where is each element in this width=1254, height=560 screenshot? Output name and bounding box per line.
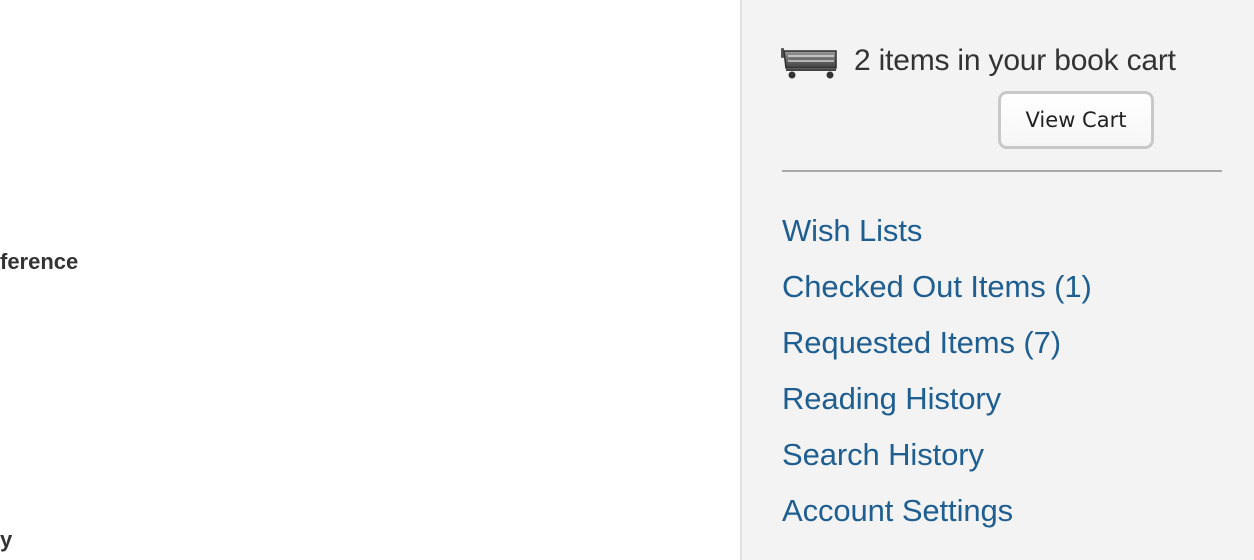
list-item: Search History	[782, 434, 1092, 490]
search-history-link[interactable]: Search History	[782, 437, 984, 472]
wish-lists-link[interactable]: Wish Lists	[782, 213, 922, 248]
cutoff-label: y	[0, 527, 13, 552]
view-cart-button[interactable]: View Cart	[998, 91, 1154, 149]
checked-out-items-link[interactable]: Checked Out Items (1)	[782, 269, 1092, 304]
main-content: ference y	[0, 0, 740, 560]
cart-icon	[780, 42, 840, 80]
account-sidebar: 2 items in your book cart View Cart Wish…	[740, 0, 1254, 560]
account-links: Wish Lists Checked Out Items (1) Request…	[782, 210, 1092, 546]
cart-status-text: 2 items in your book cart	[854, 44, 1176, 77]
divider	[782, 170, 1222, 172]
list-item: Checked Out Items (1)	[782, 266, 1092, 322]
account-settings-link[interactable]: Account Settings	[782, 493, 1013, 528]
list-item: Wish Lists	[782, 210, 1092, 266]
list-item: Account Settings	[782, 490, 1092, 546]
cart-status: 2 items in your book cart	[780, 42, 1176, 80]
list-item: Requested Items (7)	[782, 322, 1092, 378]
cutoff-label: ference	[0, 249, 79, 274]
page: ference y 2 items in your book cart View…	[0, 0, 1254, 560]
reading-history-link[interactable]: Reading History	[782, 381, 1001, 416]
list-item: Reading History	[782, 378, 1092, 434]
requested-items-link[interactable]: Requested Items (7)	[782, 325, 1061, 360]
